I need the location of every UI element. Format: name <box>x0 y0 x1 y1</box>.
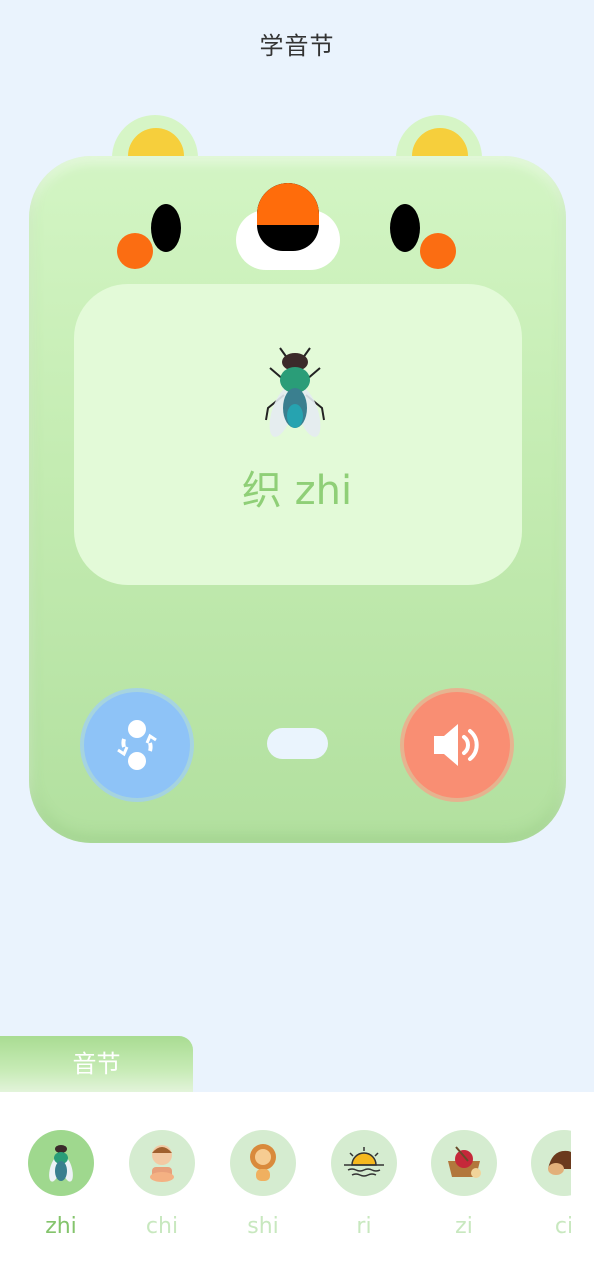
fly-icon <box>265 347 325 437</box>
refresh-button[interactable] <box>84 692 190 798</box>
syllable-pinyin: zhi <box>294 468 353 514</box>
syllable-label: ri <box>356 1214 372 1239</box>
syllable-character: 织 <box>241 468 282 514</box>
tab-label: 音节 <box>72 1050 121 1078</box>
center-pill <box>267 728 328 759</box>
syllable-label: chi <box>145 1214 179 1239</box>
sunrise-icon <box>331 1130 397 1196</box>
left-eye <box>151 204 181 252</box>
lion-icon <box>230 1130 296 1196</box>
syllable-word: 织 zhi <box>0 458 594 516</box>
tab-syllables[interactable]: 音节 <box>0 1036 193 1098</box>
eating-child-icon <box>129 1130 195 1196</box>
yarn-basket-icon <box>431 1130 497 1196</box>
syllable-item-chi[interactable]: chi <box>129 1130 195 1239</box>
syllable-item-ri[interactable]: ri <box>331 1130 397 1239</box>
syllable-label: ci <box>554 1214 571 1239</box>
syllable-item-zi[interactable]: zi <box>431 1130 497 1239</box>
left-cheek <box>117 233 153 269</box>
syllable-item-shi[interactable]: shi <box>230 1130 296 1239</box>
refresh-icon <box>117 720 157 770</box>
speaker-icon <box>434 724 479 766</box>
syllable-label: zhi <box>45 1214 77 1239</box>
hedgehog-icon <box>531 1130 571 1196</box>
page-title: 学音节 <box>259 32 335 60</box>
syllable-label: zi <box>455 1214 473 1239</box>
right-cheek <box>420 233 456 269</box>
fly-icon <box>28 1130 94 1196</box>
syllable-label: shi <box>247 1214 279 1239</box>
right-eye <box>390 204 420 252</box>
play-sound-button[interactable] <box>404 692 510 798</box>
nose <box>257 183 319 251</box>
syllable-item-ci[interactable]: ci <box>531 1130 571 1239</box>
syllable-item-zhi[interactable]: zhi <box>28 1130 94 1239</box>
syllable-list: zhi chi shi ri zi ci <box>0 1092 571 1280</box>
